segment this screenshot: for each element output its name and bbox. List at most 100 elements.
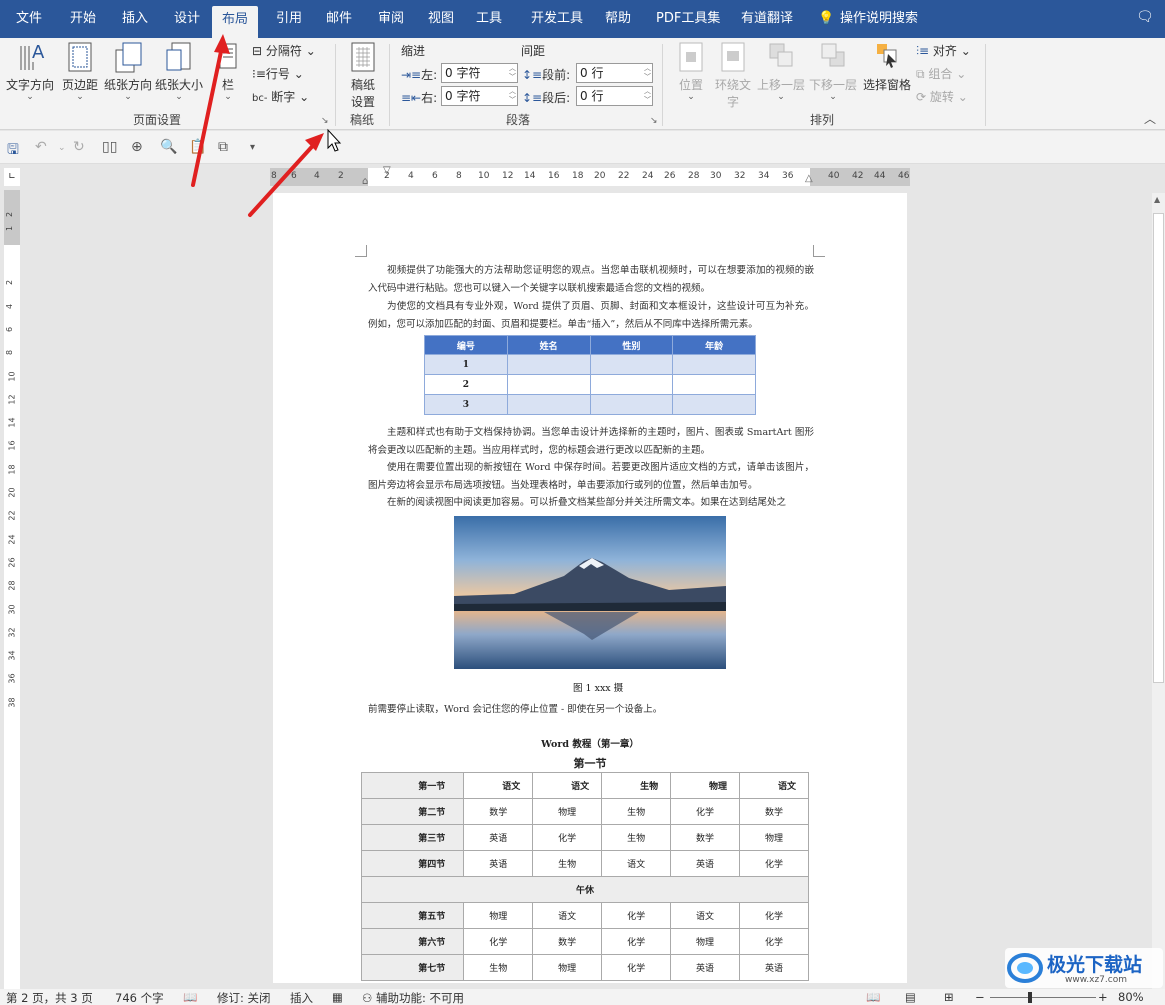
- insert-mode-status[interactable]: 插入: [290, 990, 313, 1005]
- tab-12[interactable]: PDF工具集: [646, 0, 730, 38]
- vruler-tick-label: 2: [5, 280, 15, 286]
- line-numbers-button[interactable]: ⁝≡行号 ⌄: [252, 65, 304, 82]
- left-indent-marker-icon[interactable]: ⌂: [362, 176, 372, 188]
- save-icon[interactable]: 🖫: [7, 139, 19, 163]
- vertical-ruler[interactable]: 2 1 2 4 6 8 10 12 14 16 18 20 22 24 26 28 30 32 34 36 38: [4, 190, 20, 990]
- tab-6[interactable]: 邮件: [316, 0, 362, 38]
- breaks-button[interactable]: ⊟ 分隔符 ⌄: [252, 42, 316, 59]
- customize-qat-icon[interactable]: ▾: [250, 142, 255, 153]
- paragraph-3[interactable]: 主题和样式也有助于文档保持协调。当您单击设计并选择新的主题时，图片、图表或 Sm…: [368, 424, 814, 460]
- chapter-title[interactable]: Word 教程（第一章）: [273, 736, 907, 750]
- draft-settings-button[interactable]: 稿纸 设置: [348, 40, 378, 110]
- document-page[interactable]: 视频提供了功能强大的方法帮助您证明您的观点。当您单击联机视频时，可以在想要添加的…: [273, 193, 907, 983]
- draft-settings-label-2: 设置: [350, 95, 375, 109]
- zoom-slider-thumb[interactable]: [1028, 992, 1032, 1003]
- paragraph-5[interactable]: 在新的阅读视图中阅读更加容易。可以折叠文档某些部分并关注所需文本。如果在达到结尾…: [368, 494, 814, 512]
- hyphenation-button[interactable]: bc- 断字 ⌄: [252, 88, 309, 105]
- indent-right-spinner-icon[interactable]: ︿ ﹀: [509, 87, 516, 105]
- tab-1[interactable]: 开始: [60, 0, 106, 38]
- zoom-slider[interactable]: [990, 997, 1096, 998]
- wrap-text-button[interactable]: 环绕文 字: [713, 40, 753, 110]
- ruler-tick-label: 22: [618, 171, 630, 181]
- tab-8[interactable]: 视图: [418, 0, 464, 38]
- indent-left-spinner-icon[interactable]: ︿ ﹀: [509, 64, 516, 82]
- clipboard-icon[interactable]: 📋: [189, 139, 206, 155]
- mountain-lake-photo[interactable]: [454, 516, 726, 669]
- read-mode-view-icon[interactable]: 📖: [866, 990, 880, 1004]
- section-title[interactable]: 第一节: [273, 755, 907, 771]
- info-table[interactable]: 编号 姓名 性别 年龄 1 2 3: [424, 335, 756, 415]
- collapse-ribbon-icon[interactable]: ︿: [1144, 110, 1156, 127]
- margins-button[interactable]: 页边距 ⌄: [62, 40, 98, 102]
- zoom-level[interactable]: 80%: [1118, 990, 1144, 1004]
- zoom-out-icon[interactable]: −: [975, 990, 985, 1004]
- paragraph-2[interactable]: 为使您的文档具有专业外观，Word 提供了页眉、页脚、封面和文本框设计，这些设计…: [368, 298, 814, 334]
- group-objects-button[interactable]: ⧉ 组合 ⌄: [916, 65, 966, 82]
- wrap-text-label-1: 环绕文: [714, 78, 751, 92]
- table-header-cell: 编号: [424, 335, 508, 355]
- page-setup-dialog-launcher-icon[interactable]: ↘: [321, 116, 329, 126]
- space-after-spinner-icon[interactable]: ︿ ﹀: [644, 87, 651, 105]
- tab-0[interactable]: 文件: [6, 0, 52, 38]
- tab-selector-icon[interactable]: ∟: [4, 168, 20, 186]
- selection-pane-button[interactable]: 选择窗格: [862, 40, 912, 93]
- paragraph-6[interactable]: 前需要停止读取，Word 会记住您的停止位置 - 即使在另一个设备上。: [368, 701, 814, 719]
- paragraph-4[interactable]: 使用在需要位置出现的新按钮在 Word 中保存时间。若要更改图片适应文档的方式，…: [368, 459, 814, 495]
- position-button[interactable]: 位置 ⌄: [676, 40, 706, 102]
- page-count[interactable]: 第 2 页，共 3 页: [6, 990, 93, 1005]
- columns-button[interactable]: 栏 ⌄: [216, 40, 240, 102]
- touch-mode-icon[interactable]: ⧉: [218, 139, 228, 155]
- schedule-table[interactable]: 第一节 语文 语文 生物 物理 语文 第二节 数学 物理 生物 化学 数学 第三节 英语 化学 生物 数学 物理第…: [360, 772, 809, 981]
- comments-icon[interactable]: 🗨: [1136, 9, 1154, 25]
- indent-left-input[interactable]: 0 字符 ︿ ﹀: [441, 63, 518, 83]
- read-mode-icon[interactable]: ▯▯: [102, 139, 117, 155]
- paragraph-1[interactable]: 视频提供了功能强大的方法帮助您证明您的观点。当您单击联机视频时，可以在想要添加的…: [368, 262, 814, 298]
- tab-13[interactable]: 有道翻译: [731, 0, 803, 38]
- indent-right-input[interactable]: 0 字符 ︿ ﹀: [441, 86, 518, 106]
- tab-2[interactable]: 插入: [112, 0, 158, 38]
- accessibility-status[interactable]: ⚇ 辅助功能: 不可用: [362, 990, 464, 1005]
- table-cell: 化学: [739, 902, 809, 929]
- rotate-button[interactable]: ⟳ 旋转 ⌄: [916, 88, 968, 105]
- space-after-input[interactable]: 0 行 ︿ ﹀: [576, 86, 653, 106]
- orientation-button[interactable]: 纸张方向 ⌄: [104, 40, 152, 102]
- indent-right-label: 右:: [421, 91, 438, 105]
- tab-10[interactable]: 开发工具: [521, 0, 593, 38]
- bring-forward-button[interactable]: 上移一层 ⌄: [757, 40, 805, 102]
- tab-5[interactable]: 引用: [266, 0, 312, 38]
- paper-size-button[interactable]: 纸张大小 ⌄: [155, 40, 204, 102]
- scroll-up-icon[interactable]: ▲: [1154, 195, 1160, 204]
- space-after-value: 0 行: [580, 89, 604, 103]
- first-line-indent-marker-icon[interactable]: ▽: [383, 165, 391, 176]
- print-layout-view-icon[interactable]: ▤: [905, 990, 916, 1004]
- zoom-in-icon[interactable]: +: [1098, 990, 1108, 1004]
- macro-icon[interactable]: ▦: [332, 990, 343, 1004]
- word-count[interactable]: 746 个字: [115, 990, 164, 1005]
- undo-dropdown-icon[interactable]: ⌄: [58, 143, 66, 153]
- tab-4[interactable]: 布局: [212, 6, 259, 38]
- align-button[interactable]: ⫶≡ 对齐 ⌄: [916, 42, 971, 59]
- table-cell: 英语: [463, 850, 534, 877]
- tab-7[interactable]: 审阅: [368, 0, 414, 38]
- web-layout-view-icon[interactable]: ⊞: [944, 990, 954, 1004]
- redo-icon[interactable]: ↻: [73, 139, 85, 155]
- figure-caption[interactable]: 图 1 xxx 摄: [573, 680, 623, 694]
- tab-11[interactable]: 帮助: [595, 0, 641, 38]
- tab-9[interactable]: 工具: [466, 0, 512, 38]
- web-layout-icon[interactable]: ⊕: [131, 139, 143, 155]
- space-before-input[interactable]: 0 行 ︿ ﹀: [576, 63, 653, 83]
- print-preview-icon[interactable]: 🔍: [160, 139, 177, 155]
- scroll-thumb[interactable]: [1153, 213, 1164, 683]
- undo-icon[interactable]: ↶: [35, 139, 47, 155]
- send-backward-button[interactable]: 下移一层 ⌄: [809, 40, 857, 102]
- proofing-icon[interactable]: 📖: [183, 990, 197, 1004]
- paragraph-dialog-launcher-icon[interactable]: ↘: [650, 116, 658, 126]
- text-direction-button[interactable]: A 文字方向 ⌄: [6, 40, 54, 102]
- vertical-scrollbar[interactable]: ▲: [1152, 193, 1165, 989]
- tab-3[interactable]: 设计: [164, 0, 210, 38]
- space-before-spinner-icon[interactable]: ︿ ﹀: [644, 64, 651, 82]
- track-changes-status[interactable]: 修订: 关闭: [217, 990, 271, 1005]
- horizontal-ruler[interactable]: 8 6 4 2 2 4 6 8 10 12 14 16 18 20 22 24 26 28 30 32 34 36 40 42…: [270, 165, 910, 188]
- right-indent-marker-icon[interactable]: △: [805, 173, 813, 184]
- paper-size-label: 纸张大小: [155, 78, 204, 92]
